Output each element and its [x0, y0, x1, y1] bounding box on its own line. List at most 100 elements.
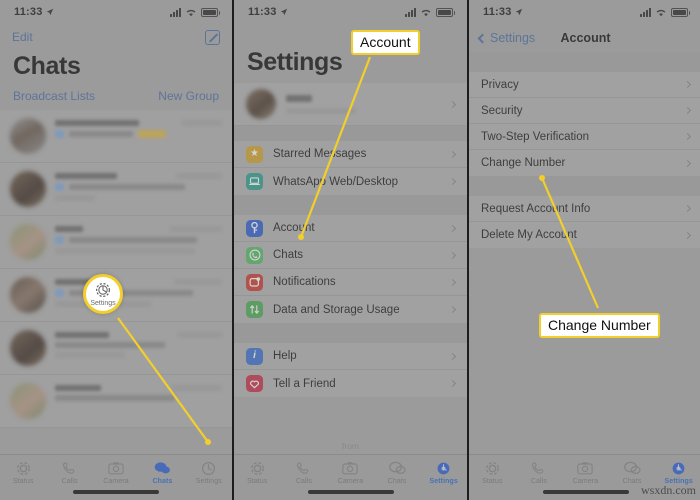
tab-camera[interactable]: Camera: [93, 460, 139, 485]
account-item-label: Delete My Account: [481, 229, 577, 241]
broadcast-lists-link[interactable]: Broadcast Lists: [13, 89, 95, 103]
redacted-badge: [55, 289, 64, 297]
tab-status[interactable]: Status: [234, 460, 281, 485]
redacted-timestamp: [178, 332, 222, 338]
chat-row-text: [55, 383, 222, 419]
profile-text: [286, 94, 440, 114]
settings-item-chats[interactable]: Chats: [234, 242, 467, 269]
chat-list-item[interactable]: [0, 375, 232, 428]
profile-row[interactable]: [234, 83, 467, 126]
status-bar-left: 11:33: [0, 0, 232, 24]
tab-label: Camera: [572, 478, 599, 485]
tab-settings[interactable]: Settings: [655, 460, 700, 485]
tab-chats[interactable]: Chats: [139, 460, 185, 485]
camera-icon: [576, 460, 594, 476]
tab-label: Settings: [195, 478, 222, 485]
tab-label: Chats: [387, 478, 407, 485]
tab-settings[interactable]: Settings: [186, 460, 232, 485]
page-title-settings: Settings: [247, 48, 343, 76]
account-item-request-account-info[interactable]: Request Account Info: [469, 196, 700, 222]
back-to-settings-button[interactable]: Settings: [477, 31, 535, 45]
status-rings-icon: [248, 460, 266, 476]
settings-item-help[interactable]: i Help: [234, 343, 467, 370]
status-time: 11:33: [483, 6, 512, 18]
settings-item-label: WhatsApp Web/Desktop: [273, 175, 399, 188]
redacted-timestamp: [170, 226, 222, 232]
redacted-badge: [55, 183, 64, 191]
camera-icon: [341, 460, 359, 476]
compose-icon[interactable]: [205, 29, 220, 45]
chat-list-item[interactable]: [0, 163, 232, 216]
settings-item-account[interactable]: Account: [234, 215, 467, 242]
settings-item-data-storage[interactable]: Data and Storage Usage: [234, 296, 467, 323]
chevron-right-icon: [448, 352, 457, 360]
tab-camera[interactable]: Camera: [327, 460, 374, 485]
account-item-two-step-verification[interactable]: Two-Step Verification: [469, 124, 700, 150]
home-indicator: [542, 490, 629, 494]
chat-row-text: [55, 118, 222, 154]
account-item-security[interactable]: Security: [469, 98, 700, 124]
chat-row-text: [55, 277, 222, 313]
redacted-message-2: [55, 301, 151, 307]
settings-group-3: i Help Tell a Friend: [234, 343, 467, 397]
account-item-label: Security: [481, 104, 523, 117]
redacted-message-2: [55, 248, 195, 254]
redacted-chat-name: [55, 385, 101, 391]
chat-bubbles-icon: [388, 460, 406, 476]
chat-list-item[interactable]: [0, 216, 232, 269]
redacted-message: [55, 395, 175, 401]
status-time-group: 11:33: [483, 6, 523, 18]
redacted-message: [69, 184, 185, 190]
redacted-timestamp: [182, 120, 222, 126]
wifi-icon: [421, 9, 431, 16]
redacted-chat-name: [55, 332, 109, 338]
redacted-chat-name: [55, 226, 83, 232]
status-indicators: [170, 7, 220, 17]
settings-item-notifications[interactable]: Notifications: [234, 269, 467, 296]
tab-camera[interactable]: Camera: [562, 460, 609, 485]
chat-row-preview: [55, 395, 222, 401]
redacted-message: [69, 290, 193, 296]
battery-icon: [201, 7, 220, 17]
tab-settings[interactable]: Settings: [420, 460, 467, 485]
settings-item-label: Starred Messages: [273, 148, 367, 160]
tab-label: Status: [12, 478, 34, 485]
tab-chats[interactable]: Chats: [374, 460, 421, 485]
settings-item-tell-a-friend[interactable]: Tell a Friend: [234, 370, 467, 397]
chats-nav-row: Edit: [0, 24, 232, 50]
status-time: 11:33: [14, 6, 43, 18]
tab-status[interactable]: Status: [469, 460, 516, 485]
chat-list-item[interactable]: [0, 322, 232, 375]
camera-icon: [107, 460, 125, 476]
settings-item-label: Tell a Friend: [273, 377, 336, 390]
chevron-right-icon: [448, 177, 457, 186]
edit-button[interactable]: Edit: [12, 30, 33, 44]
settings-item-label: Chats: [273, 249, 304, 261]
tab-chats[interactable]: Chats: [609, 460, 656, 485]
signal-bars-icon: [640, 7, 651, 17]
status-rings-icon: [14, 460, 32, 476]
chat-list-item[interactable]: [0, 269, 232, 322]
tab-calls[interactable]: Calls: [516, 460, 563, 485]
settings-item-label: Help: [273, 350, 297, 362]
settings-item-whatsapp-web[interactable]: WhatsApp Web/Desktop: [234, 168, 467, 195]
tab-status[interactable]: Status: [0, 460, 46, 485]
location-arrow-icon: [280, 8, 287, 16]
tab-calls[interactable]: Calls: [281, 460, 328, 485]
redacted-highlight: [138, 130, 166, 138]
tab-label: Status: [247, 478, 268, 485]
account-item-delete-my-account[interactable]: Delete My Account: [469, 222, 700, 248]
account-item-change-number[interactable]: Change Number: [469, 150, 700, 176]
tab-calls[interactable]: Calls: [46, 460, 92, 485]
account-item-privacy[interactable]: Privacy: [469, 72, 700, 98]
avatar: [246, 89, 276, 119]
new-group-link[interactable]: New Group: [158, 89, 219, 103]
account-item-label: Change Number: [481, 157, 566, 169]
location-arrow-icon: [515, 8, 522, 16]
chat-list: [0, 110, 232, 428]
chevron-right-icon: [448, 100, 457, 108]
settings-item-starred-messages[interactable]: ★ Starred Messages: [234, 141, 467, 168]
chat-list-item[interactable]: [0, 110, 232, 163]
avatar: [10, 383, 46, 419]
wifi-icon: [186, 9, 196, 16]
